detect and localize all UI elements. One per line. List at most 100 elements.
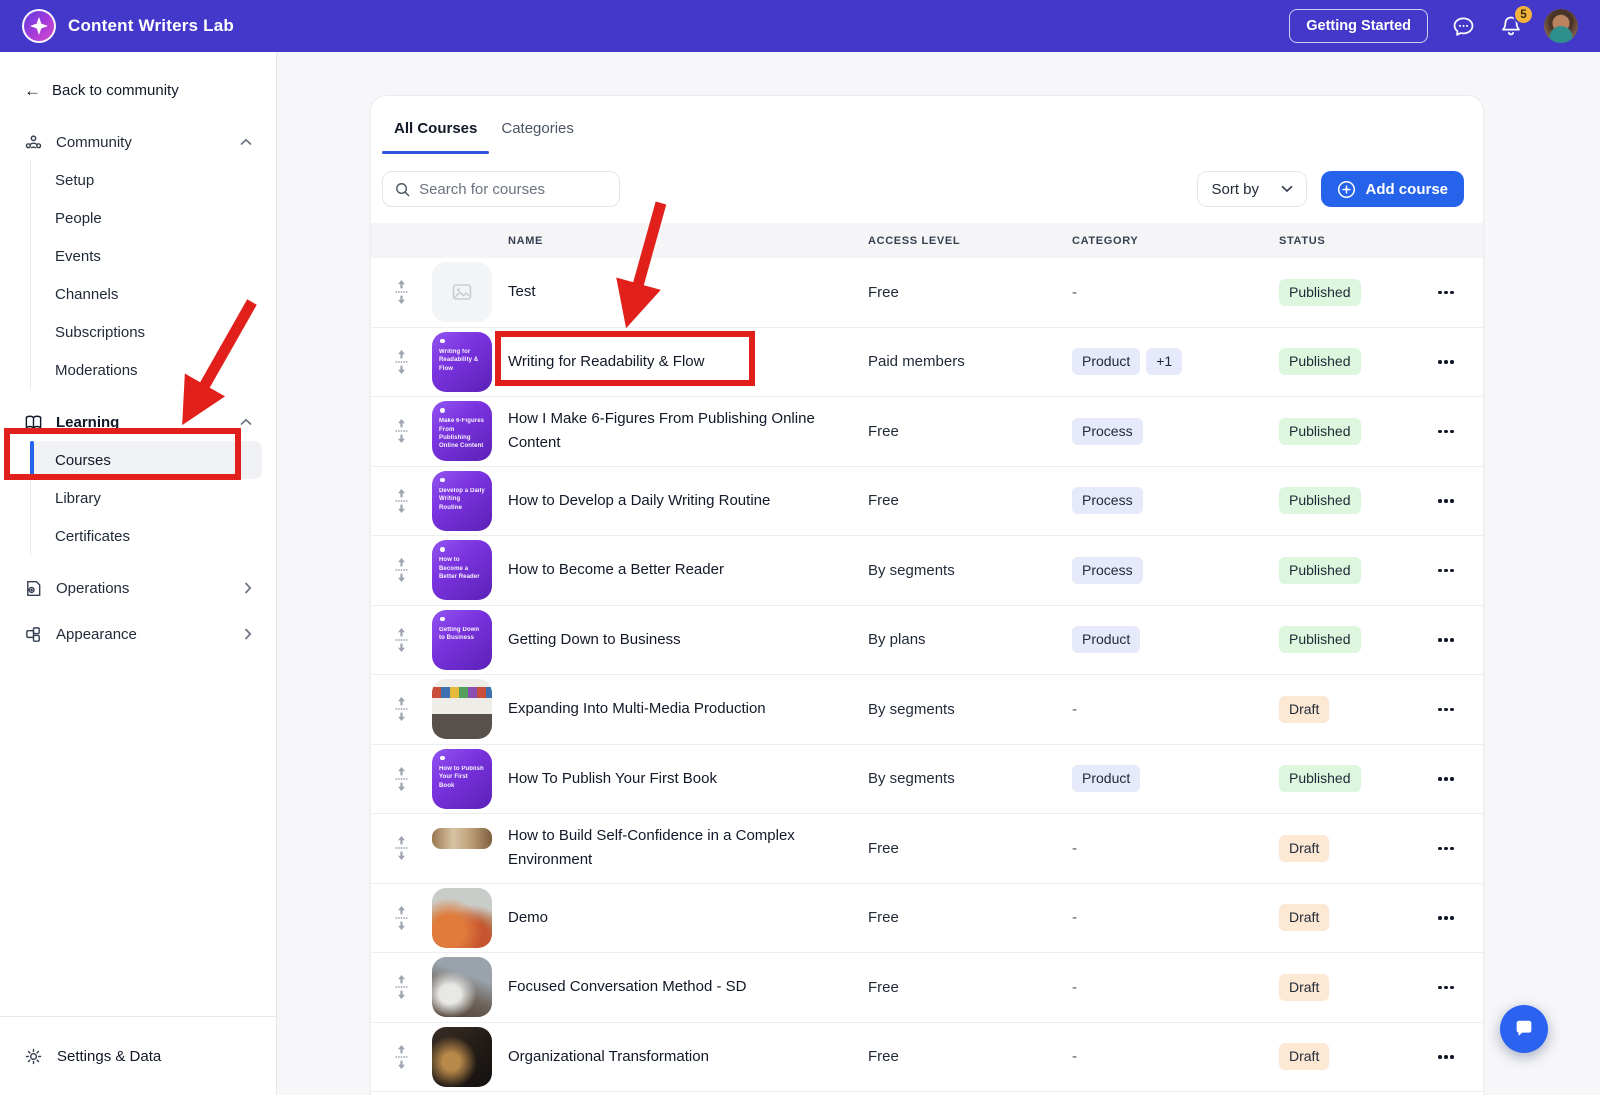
course-name[interactable]: Focused Conversation Method - SD xyxy=(508,975,868,999)
table-row-expanding-into-multi-media-production[interactable]: Expanding Into Multi-Media ProductionBy … xyxy=(371,675,1483,745)
row-actions-menu-icon[interactable] xyxy=(1432,771,1460,787)
search-input[interactable] xyxy=(419,181,607,198)
table-row-focused-conversation-method-sd[interactable]: Focused Conversation Method - SDFree-Dra… xyxy=(371,953,1483,1023)
chat-widget-button[interactable] xyxy=(1500,1005,1548,1053)
row-actions-menu-icon[interactable] xyxy=(1432,563,1460,579)
table-row-demo[interactable]: DemoFree-Draft xyxy=(371,884,1483,954)
sidebar-item-appearance[interactable]: Appearance xyxy=(0,615,276,653)
status-badge: Draft xyxy=(1279,835,1329,862)
table-row-writing-for-readability-flow[interactable]: Writing for Readability & FlowWriting fo… xyxy=(371,328,1483,398)
community-logo[interactable] xyxy=(22,9,56,43)
course-name[interactable]: How to Build Self-Confidence in a Comple… xyxy=(508,824,868,872)
drag-handle-icon[interactable] xyxy=(371,418,432,444)
row-actions-menu-icon[interactable] xyxy=(1432,354,1460,370)
course-name[interactable]: How to Become a Better Reader xyxy=(508,558,868,582)
sidebar-item-operations[interactable]: Operations xyxy=(0,569,276,607)
sidebar-item-events[interactable]: Events xyxy=(31,237,276,275)
drag-handle-icon[interactable] xyxy=(371,766,432,792)
sort-by-dropdown[interactable]: Sort by xyxy=(1197,171,1307,207)
course-name[interactable]: How to Develop a Daily Writing Routine xyxy=(508,489,868,513)
user-avatar[interactable] xyxy=(1544,9,1578,43)
drag-handle-icon[interactable] xyxy=(371,835,432,861)
access-level-value: Free xyxy=(868,423,1072,440)
tab-all-courses[interactable]: All Courses xyxy=(382,120,489,154)
course-name[interactable]: Organizational Transformation xyxy=(508,1045,868,1069)
back-to-community-link[interactable]: ← Back to community xyxy=(24,82,252,99)
table-row-organizational-transformation[interactable]: Organizational TransformationFree-Draft xyxy=(371,1023,1483,1093)
add-course-button[interactable]: Add course xyxy=(1321,171,1464,207)
sidebar-item-library[interactable]: Library xyxy=(31,479,276,517)
course-search[interactable] xyxy=(382,171,620,207)
row-actions-menu-icon[interactable] xyxy=(1432,702,1460,718)
add-course-label: Add course xyxy=(1365,181,1448,198)
table-row-how-to-develop-a-daily-writing-routine[interactable]: Develop a Daily Writing RoutineHow to De… xyxy=(371,467,1483,537)
drag-handle-icon[interactable] xyxy=(371,974,432,1000)
course-name[interactable]: Expanding Into Multi-Media Production xyxy=(508,697,868,721)
courses-toolbar: Sort by Add course xyxy=(382,171,1464,207)
sidebar-section-community[interactable]: Community xyxy=(0,123,276,161)
operations-icon xyxy=(24,579,43,598)
search-icon xyxy=(395,181,410,198)
row-actions-menu-icon[interactable] xyxy=(1432,285,1460,301)
getting-started-button[interactable]: Getting Started xyxy=(1289,9,1428,43)
course-thumbnail: Getting Down to Business xyxy=(432,610,492,670)
course-thumbnail: How to Become a Better Reader xyxy=(432,540,492,600)
category-cell: Process xyxy=(1072,418,1279,445)
drag-handle-icon[interactable] xyxy=(371,488,432,514)
drag-handle-icon[interactable] xyxy=(371,279,432,305)
drag-handle-icon[interactable] xyxy=(371,905,432,931)
drag-handle-icon[interactable] xyxy=(371,696,432,722)
drag-handle-icon[interactable] xyxy=(371,557,432,583)
table-row-how-to-become-a-better-reader[interactable]: How to Become a Better Reader How to Beco… xyxy=(371,536,1483,606)
drag-handle-icon[interactable] xyxy=(371,349,432,375)
course-name[interactable]: How I Make 6-Figures From Publishing Onl… xyxy=(508,407,868,455)
row-actions-menu-icon[interactable] xyxy=(1432,910,1460,926)
chevron-right-icon xyxy=(244,628,252,640)
status-cell: Draft xyxy=(1279,696,1409,723)
table-row-how-to-build-self-confidence-in-a-complex-environment[interactable]: How to Build Self-Confidence in a Comple… xyxy=(371,814,1483,884)
row-actions-menu-icon[interactable] xyxy=(1432,632,1460,648)
course-name[interactable]: Getting Down to Business xyxy=(508,628,868,652)
sidebar-item-setup[interactable]: Setup xyxy=(31,161,276,199)
category-cell: Process xyxy=(1072,557,1279,584)
sidebar-item-moderations[interactable]: Moderations xyxy=(31,351,276,389)
sidebar-item-subscriptions[interactable]: Subscriptions xyxy=(31,313,276,351)
status-badge: Published xyxy=(1279,418,1361,445)
sidebar-item-people[interactable]: People xyxy=(31,199,276,237)
course-thumbnail-cell: How to Publish Your First Book xyxy=(432,749,508,809)
course-name[interactable]: Demo xyxy=(508,906,868,930)
category-empty-value: - xyxy=(1072,840,1077,857)
status-cell: Draft xyxy=(1279,904,1409,931)
table-row-getting-down-to-business[interactable]: Getting Down to Business Getting Down to … xyxy=(371,606,1483,676)
table-row-how-to-publish-your-first-book[interactable]: How to Publish Your First BookHow To Pub… xyxy=(371,745,1483,815)
column-header-status: Status xyxy=(1279,235,1409,247)
settings-and-data-link[interactable]: Settings & Data xyxy=(0,1016,276,1095)
notifications-button[interactable]: 5 xyxy=(1498,13,1524,39)
sidebar-item-certificates[interactable]: Certificates xyxy=(31,517,276,555)
chevron-down-icon xyxy=(1281,185,1293,193)
table-row-test[interactable]: TestFree-Published xyxy=(371,258,1483,328)
sidebar-item-courses[interactable]: Courses xyxy=(31,441,262,479)
sidebar-section-learning[interactable]: Learning xyxy=(0,403,276,441)
row-actions-menu-icon[interactable] xyxy=(1432,1049,1460,1065)
status-cell: Published xyxy=(1279,765,1409,792)
category-badge: Product xyxy=(1072,765,1140,792)
row-actions-menu-icon[interactable] xyxy=(1432,980,1460,996)
status-cell: Published xyxy=(1279,348,1409,375)
status-badge: Published xyxy=(1279,348,1361,375)
row-actions-menu-icon[interactable] xyxy=(1432,424,1460,440)
row-actions-menu-icon[interactable] xyxy=(1432,841,1460,857)
messages-button[interactable] xyxy=(1450,13,1476,39)
tab-categories[interactable]: Categories xyxy=(489,120,586,154)
course-name[interactable]: Writing for Readability & Flow xyxy=(508,350,868,374)
chevron-up-icon xyxy=(240,418,252,426)
row-actions-menu-icon[interactable] xyxy=(1432,493,1460,509)
drag-handle-icon[interactable] xyxy=(371,627,432,653)
thumbnail-mini-title: Make 6-Figures From Publishing Online Co… xyxy=(439,417,485,451)
sidebar-item-channels[interactable]: Channels xyxy=(31,275,276,313)
table-row-how-i-make-6-figures-from-publishing-online-content[interactable]: Make 6-Figures From Publishing Online Co… xyxy=(371,397,1483,467)
drag-handle-icon[interactable] xyxy=(371,1044,432,1070)
course-name[interactable]: Test xyxy=(508,280,868,304)
course-name[interactable]: How To Publish Your First Book xyxy=(508,767,868,791)
status-badge: Published xyxy=(1279,626,1361,653)
